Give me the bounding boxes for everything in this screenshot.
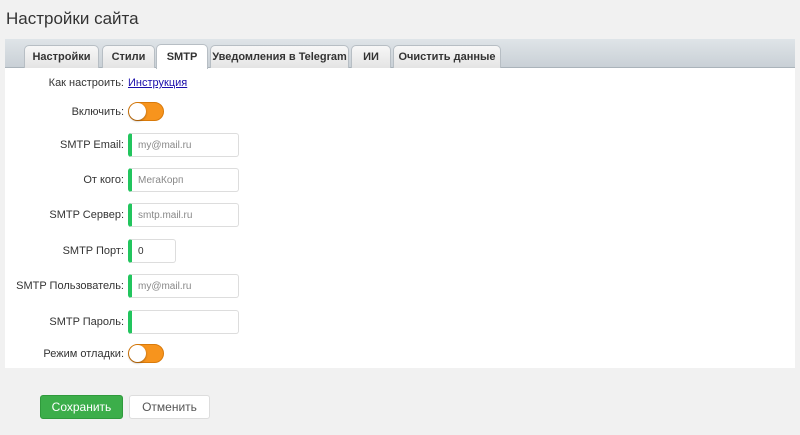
smtp-user-input[interactable]: [128, 274, 239, 298]
tab-styles[interactable]: Стили: [102, 45, 155, 68]
smtp-email-label: SMTP Email:: [60, 139, 124, 151]
save-button[interactable]: Сохранить: [40, 395, 123, 419]
row-smtp-port: SMTP Порт:: [5, 239, 795, 263]
row-enable: Включить:: [5, 100, 795, 124]
toggle-knob: [129, 103, 146, 120]
smtp-port-input[interactable]: [128, 239, 176, 263]
smtp-server-input[interactable]: [128, 203, 239, 227]
toggle-knob: [129, 345, 146, 362]
smtp-password-input[interactable]: [128, 310, 239, 334]
row-debug: Режим отладки:: [5, 342, 795, 366]
row-from: От кого:: [5, 168, 795, 192]
smtp-user-label: SMTP Пользователь:: [16, 280, 124, 292]
tab-bar: Настройки Стили SMTP Уведомления в Teleg…: [5, 39, 795, 69]
tab-settings[interactable]: Настройки: [24, 45, 99, 68]
instruction-link[interactable]: Инструкция: [128, 71, 187, 95]
enable-toggle[interactable]: [128, 102, 164, 121]
tab-telegram[interactable]: Уведомления в Telegram: [210, 45, 349, 68]
cancel-button[interactable]: Отменить: [129, 395, 210, 419]
row-how-to: Как настроить: Инструкция: [5, 71, 795, 95]
from-input[interactable]: [128, 168, 239, 192]
from-label: От кого:: [83, 174, 124, 186]
row-smtp-email: SMTP Email:: [5, 133, 795, 157]
smtp-server-label: SMTP Сервер:: [49, 209, 124, 221]
smtp-password-label: SMTP Пароль:: [49, 316, 124, 328]
tab-smtp[interactable]: SMTP: [156, 44, 208, 69]
page-title: Настройки сайта: [6, 9, 139, 28]
tab-ai[interactable]: ИИ: [351, 45, 391, 68]
smtp-email-input[interactable]: [128, 133, 239, 157]
enable-label: Включить:: [71, 106, 124, 118]
debug-label: Режим отладки:: [43, 348, 124, 360]
debug-toggle[interactable]: [128, 344, 164, 363]
row-smtp-server: SMTP Сервер:: [5, 203, 795, 227]
tab-clear-data[interactable]: Очистить данные: [393, 45, 501, 68]
smtp-port-label: SMTP Порт:: [62, 245, 124, 257]
how-to-label: Как настроить:: [48, 77, 124, 89]
row-smtp-user: SMTP Пользователь:: [5, 274, 795, 298]
row-smtp-password: SMTP Пароль:: [5, 310, 795, 334]
